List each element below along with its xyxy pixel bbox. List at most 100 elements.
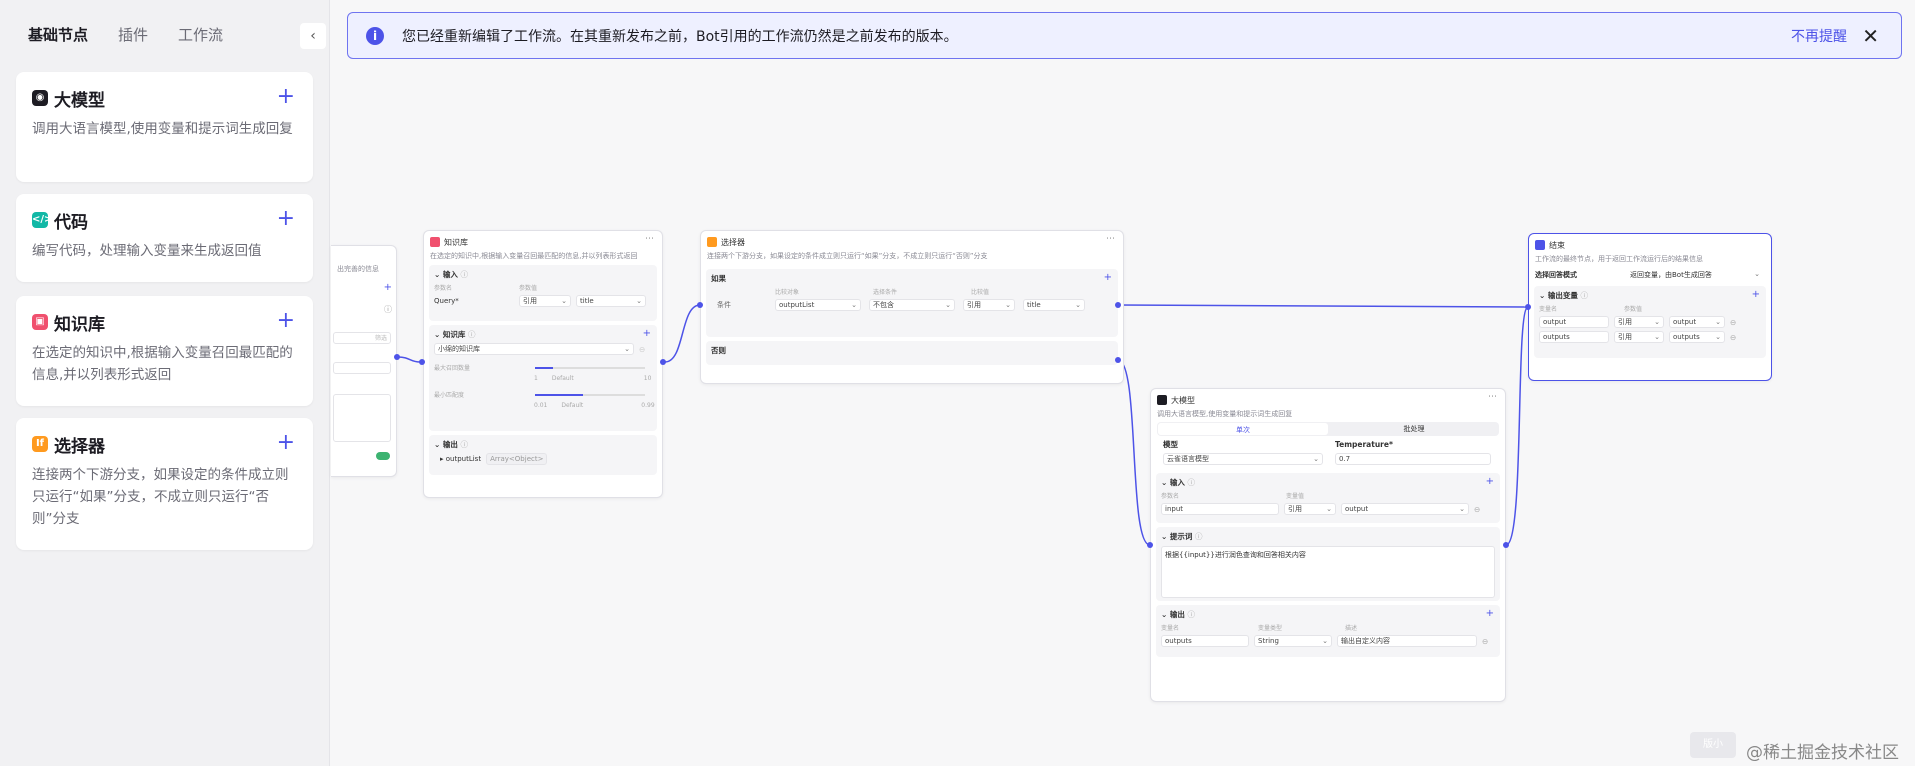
ref-select[interactable]: 引用 (1614, 331, 1664, 343)
more-icon[interactable]: ⋯ (1106, 234, 1115, 244)
node-title: 大模型 (1171, 395, 1195, 405)
plus-icon[interactable]: + (1104, 272, 1112, 283)
ref-select[interactable]: 引用 (963, 299, 1015, 311)
value-select[interactable]: output (1341, 503, 1469, 515)
var-name-input[interactable]: output (1539, 316, 1609, 328)
knowledge-icon: ▣ (32, 314, 48, 330)
section-title: 输入 (1169, 478, 1185, 487)
add-node-button[interactable]: + (277, 84, 295, 109)
llm-node[interactable]: 大模型 ⋯ 调用大语言模型,使用变量和提示词生成回复 单次 批处理 模型 Tempe… (1150, 388, 1506, 702)
if-section: 如果 + 比较对象 选择条件 比较值 条件 outputList 不包含引用 title (706, 269, 1118, 337)
type-select[interactable]: String (1254, 635, 1332, 647)
remove-icon[interactable]: ⊖ (1474, 505, 1480, 514)
end-node[interactable]: 结束 工作流的最终节点，用于返回工作流运行后的结果信息 选择回答模式 返回变量，由… (1528, 233, 1772, 381)
col-label: 比较对象 (775, 289, 800, 296)
topk-slider[interactable] (535, 366, 645, 369)
plus-icon[interactable]: + (1752, 289, 1760, 300)
selector-node[interactable]: 选择器 ⋯ 连接两个下游分支，如果设定的条件成立则只运行“如果”分支，不成立则只… (700, 230, 1124, 384)
dont-remind-link[interactable]: 不再提醒 (1791, 26, 1847, 46)
remove-icon[interactable]: ⊖ (639, 345, 645, 354)
toggle-switch[interactable] (376, 452, 390, 460)
tab-plugins[interactable]: 插件 (118, 24, 148, 45)
close-icon[interactable]: ✕ (1862, 24, 1879, 48)
plus-icon[interactable]: + (643, 328, 651, 339)
ref-select[interactable]: 引用 (519, 295, 571, 307)
node-card-desc: 调用大语言模型,使用变量和提示词生成回复 (32, 121, 293, 137)
if-port[interactable] (1115, 302, 1121, 308)
param-name: Query* (434, 297, 459, 305)
type-select[interactable] (333, 362, 391, 374)
llm-icon (1157, 395, 1167, 405)
mode-label: 选择回答模式 (1535, 271, 1577, 279)
score-slider[interactable] (535, 393, 645, 396)
kb-select[interactable]: 小绵的知识库 (434, 343, 634, 355)
knowledge-section: ⌄ 知识库 ⓘ + 小绵的知识库⊖ 最大召回数量 1Default10 最小匹配… (429, 325, 657, 431)
more-icon[interactable]: ⋯ (645, 234, 654, 244)
param-input[interactable]: input (1161, 503, 1279, 515)
input-port[interactable] (419, 359, 425, 365)
add-node-button[interactable]: + (277, 308, 295, 333)
node-card-code[interactable]: </> 代码 + 编写代码，处理输入变量来生成返回值 (16, 194, 313, 282)
filter-input[interactable]: 筛选 (333, 332, 391, 344)
banner-text: 您已经重新编辑了工作流。在其重新发布之前，Bot引用的工作流仍然是之前发布的版本… (402, 28, 958, 45)
input-port[interactable] (1525, 304, 1531, 310)
output-section: ⌄ 输出 ⓘ ▸ outputList Array<Object> (429, 435, 657, 475)
remove-icon[interactable]: ⊖ (1730, 318, 1736, 327)
node-card-desc: 在选定的知识中,根据输入变量召回最匹配的信息,并以列表形式返回 (32, 345, 293, 383)
watermark: @稀土掘金技术社区 (1746, 743, 1899, 763)
add-node-button[interactable]: + (277, 206, 295, 231)
output-port[interactable] (394, 354, 400, 360)
tab-single[interactable]: 单次 (1158, 423, 1328, 435)
value-select[interactable]: output (1669, 316, 1725, 328)
tab-workflows[interactable]: 工作流 (178, 24, 223, 45)
prompt-textarea[interactable]: 根据{{input}}进行润色查询和回答相关内容 (1161, 546, 1495, 598)
else-port[interactable] (1115, 357, 1121, 363)
node-desc: 出完善的信息 (337, 265, 379, 273)
node-card-selector[interactable]: If 选择器 + 连接两个下游分支，如果设定的条件成立则只运行“如果”分支，不成立… (16, 418, 313, 550)
slider-default: Default (561, 402, 584, 409)
section-title: 如果 (711, 274, 726, 283)
plus-icon[interactable]: + (1486, 608, 1494, 619)
mode-tabs: 单次 批处理 (1157, 422, 1499, 436)
condition-select[interactable]: 不包含 (869, 299, 955, 311)
input-port[interactable] (697, 302, 703, 308)
tab-batch[interactable]: 批处理 (1329, 422, 1499, 436)
value-select[interactable]: title (576, 295, 646, 307)
value-select[interactable]: outputs (1669, 331, 1725, 343)
section-title: 提示词 (1169, 532, 1193, 541)
input-port[interactable] (1147, 542, 1153, 548)
plus-icon[interactable]: + (1486, 476, 1494, 487)
ref-select[interactable]: 引用 (1614, 316, 1664, 328)
node-sidebar: 基础节点 插件 工作流 ‹ ◉ 大模型 + 调用大语言模型,使用变量和提示词生成回… (0, 0, 330, 766)
start-node-partial[interactable]: 出完善的信息 + ⓘ 筛选 (331, 245, 397, 477)
knowledge-node[interactable]: 知识库 ⋯ 在选定的知识中,根据输入变量召回最匹配的信息,并以列表形式返回 ⌄ … (423, 230, 663, 498)
slider-label: 最大召回数量 (434, 365, 471, 372)
chevron-left-icon[interactable]: ‹ (300, 23, 326, 49)
mode-select[interactable]: 返回变量，由Bot生成回答 (1630, 270, 1760, 280)
node-card-llm[interactable]: ◉ 大模型 + 调用大语言模型,使用变量和提示词生成回复 (16, 72, 313, 182)
node-card-title: 选择器 (54, 436, 105, 457)
node-card-knowledge[interactable]: ▣ 知识库 + 在选定的知识中,根据输入变量召回最匹配的信息,并以列表形式返回 (16, 296, 313, 406)
tab-basic-nodes[interactable]: 基础节点 (28, 24, 88, 45)
temp-label: Temperature* (1335, 440, 1393, 449)
var-name-input[interactable]: outputs (1539, 331, 1609, 343)
desc-input[interactable]: 输出自定义内容 (1337, 635, 1477, 647)
model-select[interactable]: 云雀语言模型 (1163, 453, 1323, 465)
slider-min: 1 (534, 375, 538, 382)
prompt-section: ⌄ 提示词 ⓘ 根据{{input}}进行润色查询和回答相关内容 (1156, 527, 1500, 601)
remove-icon[interactable]: ⊖ (1482, 637, 1488, 646)
add-node-button[interactable]: + (277, 430, 295, 455)
temperature-input[interactable]: 0.7 (1335, 453, 1491, 465)
value-select[interactable]: title (1023, 299, 1085, 311)
output-name-input[interactable]: outputs (1161, 635, 1249, 647)
more-icon[interactable]: ⋯ (1488, 392, 1497, 402)
output-port[interactable] (1503, 542, 1509, 548)
remove-icon[interactable]: ⊖ (1730, 333, 1736, 342)
input-section: ⌄ 输入 ⓘ 参数名参数值 Query*引用title (429, 265, 657, 321)
plus-icon[interactable]: + (384, 282, 392, 293)
compare-select[interactable]: outputList (775, 299, 861, 311)
output-port[interactable] (660, 359, 666, 365)
textarea[interactable] (333, 394, 391, 442)
republish-banner: i 您已经重新编辑了工作流。在其重新发布之前，Bot引用的工作流仍然是之前发布的… (347, 12, 1902, 59)
ref-select[interactable]: 引用 (1284, 503, 1336, 515)
